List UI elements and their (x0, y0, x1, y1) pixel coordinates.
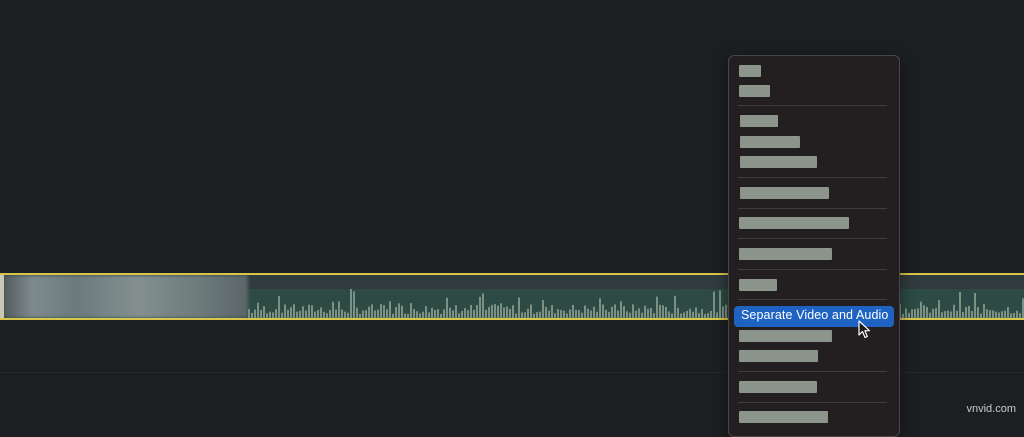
context-menu: Separate Video and Audio (728, 55, 900, 437)
menu-item-1[interactable] (739, 65, 761, 77)
clip-thumbnail (3, 275, 248, 318)
menu-item-13[interactable] (739, 381, 817, 393)
menu-item-9[interactable] (739, 279, 777, 291)
menu-item-3[interactable] (740, 115, 778, 127)
menu-item-12[interactable] (739, 350, 818, 362)
menu-item-2[interactable] (739, 85, 770, 97)
arrow-pointer-icon (858, 320, 871, 339)
menu-separator (738, 177, 887, 178)
menu-item-14[interactable] (739, 411, 828, 423)
menu-item-5[interactable] (740, 156, 817, 168)
menu-item-4[interactable] (740, 136, 800, 148)
menu-item-7[interactable] (739, 217, 849, 229)
menu-separator (738, 105, 887, 106)
menu-separator (738, 402, 887, 403)
menu-item-11[interactable] (739, 330, 832, 342)
menu-separator (738, 208, 887, 209)
audio-waveform (248, 288, 1024, 318)
menu-separator (738, 371, 887, 372)
menu-item-8[interactable] (739, 248, 832, 260)
menu-item-6[interactable] (740, 187, 829, 199)
watermark: vnvid.com (966, 403, 1016, 415)
menu-separator (738, 238, 887, 239)
menu-separator (738, 269, 887, 270)
clip-left-edge (0, 275, 4, 318)
menu-separator (738, 299, 887, 300)
